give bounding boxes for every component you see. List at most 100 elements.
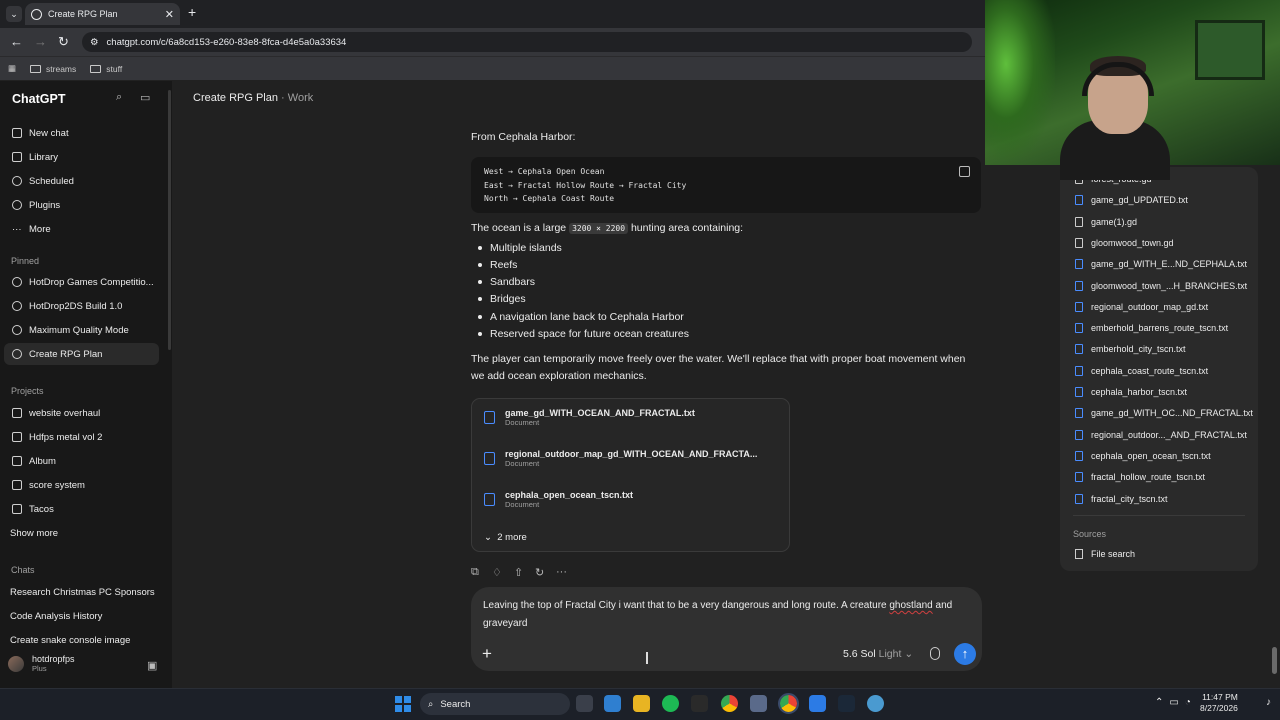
- toggle-sidebar-icon[interactable]: ▭: [140, 91, 150, 104]
- vscode-icon[interactable]: [809, 695, 826, 712]
- forward-icon[interactable]: →: [34, 34, 47, 49]
- divider: [1073, 515, 1245, 516]
- copy-icon[interactable]: [959, 166, 970, 177]
- list-item: Multiple islands: [478, 242, 562, 254]
- notification-bell-icon[interactable]: ♪: [1266, 697, 1271, 708]
- reload-icon[interactable]: ↻: [58, 34, 69, 50]
- pinned-item[interactable]: Create RPG Plan: [12, 345, 162, 363]
- project-file-item[interactable]: gloomwood_town.gd: [1075, 237, 1174, 248]
- sidebar-scrollbar[interactable]: [168, 90, 171, 350]
- page-title[interactable]: Create RPG Plan · Work: [193, 92, 313, 104]
- project-file-item[interactable]: cephala_harbor_tscn.txt: [1075, 387, 1187, 397]
- file-explorer-icon[interactable]: [633, 695, 650, 712]
- apps-grid-icon[interactable]: ▦: [8, 63, 16, 74]
- project-item[interactable]: website overhaul: [12, 404, 162, 422]
- file-icon: [1075, 237, 1083, 248]
- file-search-source[interactable]: File search: [1075, 549, 1135, 559]
- system-tray[interactable]: ⌃▭◔: [1155, 697, 1197, 708]
- taskbar-clock[interactable]: 11:47 PM 8/27/2026: [1200, 692, 1238, 714]
- sidebar-item-scheduled[interactable]: Scheduled: [12, 172, 162, 190]
- project-item[interactable]: Album: [12, 452, 162, 470]
- page-scrollbar[interactable]: [1272, 647, 1277, 674]
- copy-message-icon[interactable]: ⧉: [471, 566, 479, 579]
- settings-gear-icon[interactable]: [750, 695, 767, 712]
- new-tab-icon[interactable]: +: [188, 4, 196, 20]
- tab-search-icon[interactable]: ⌄: [6, 6, 22, 22]
- share-icon[interactable]: ⇧: [514, 566, 523, 579]
- project-file-item[interactable]: fractal_city_tscn.txt: [1075, 493, 1168, 504]
- project-file-item[interactable]: game_gd_WITH_E...ND_CEPHALA.txt: [1075, 259, 1247, 270]
- user-profile[interactable]: hotdropfps Plus: [8, 654, 75, 673]
- project-item[interactable]: Tacos: [12, 500, 162, 518]
- chrome-active-icon[interactable]: [778, 693, 799, 714]
- hudfx-icon[interactable]: [691, 695, 708, 712]
- spotify-icon[interactable]: [662, 695, 679, 712]
- file-attachment[interactable]: game_gd_WITH_OCEAN_AND_FRACTAL.txt Docume…: [484, 408, 695, 427]
- taskbar-search[interactable]: ⌕ Search: [420, 693, 570, 715]
- sidebar-item-new-chat[interactable]: New chat: [12, 124, 162, 142]
- project-file-item[interactable]: game_gd_UPDATED.txt: [1075, 195, 1188, 206]
- chat-item[interactable]: Create snake console image: [10, 631, 160, 649]
- task-view-icon[interactable]: [576, 695, 593, 712]
- chat-circle-icon: [12, 325, 22, 335]
- chat-item[interactable]: Code Analysis History: [10, 607, 160, 625]
- pinned-item[interactable]: HotDrop2DS Build 1.0: [12, 297, 162, 315]
- inline-code: 3200 × 2200: [569, 223, 629, 234]
- pinned-item[interactable]: Maximum Quality Mode: [12, 321, 162, 339]
- code-line: North → Cephala Coast Route: [484, 194, 615, 203]
- project-file-item[interactable]: emberhold_city_tscn.txt: [1075, 344, 1186, 355]
- bookmark-streams[interactable]: streams: [30, 64, 76, 74]
- more-options-icon[interactable]: ···: [556, 566, 567, 578]
- steam-icon[interactable]: [838, 695, 855, 712]
- chevron-down-icon: ⌄: [904, 648, 914, 660]
- back-icon[interactable]: ←: [10, 34, 23, 49]
- sidebar-item-more[interactable]: ··· More: [12, 220, 162, 238]
- search-icon[interactable]: ⌕: [116, 91, 122, 104]
- clock-icon: [12, 176, 22, 186]
- plugin-icon: [12, 200, 22, 210]
- project-file-name: game_gd_UPDATED.txt: [1091, 195, 1188, 206]
- show-more-files-button[interactable]: ⌄ 2 more: [484, 532, 527, 543]
- project-file-item[interactable]: regional_outdoor..._AND_FRACTAL.txt: [1075, 429, 1247, 440]
- sidebar-item-plugins[interactable]: Plugins: [12, 196, 162, 214]
- project-file-item[interactable]: fractal_hollow_route_tscn.txt: [1075, 472, 1205, 483]
- project-item[interactable]: score system: [12, 476, 162, 494]
- chat-item[interactable]: Research Christmas PC Sponsors: [10, 583, 170, 601]
- project-file-name: game(1).gd: [1091, 216, 1138, 227]
- app-icon[interactable]: [867, 695, 884, 712]
- regenerate-icon[interactable]: ↻: [535, 566, 544, 579]
- model-selector[interactable]: 5.6 Sol Light ⌄: [843, 648, 913, 660]
- project-file-item[interactable]: game(1).gd: [1075, 216, 1138, 227]
- project-file-item[interactable]: cephala_open_ocean_tscn.txt: [1075, 450, 1211, 461]
- bookmarks-bar: ▦ streams stuff: [0, 56, 985, 80]
- chrome-icon[interactable]: [721, 695, 738, 712]
- prompt-input[interactable]: Leaving the top of Fractal City i want t…: [483, 597, 973, 633]
- project-file-item[interactable]: regional_outdoor_map_gd.txt: [1075, 301, 1208, 312]
- project-file-item[interactable]: gloomwood_town_...H_BRANCHES.txt: [1075, 280, 1247, 291]
- gift-icon[interactable]: ▣: [147, 659, 157, 672]
- list-item: Bridges: [478, 293, 526, 305]
- send-button[interactable]: ↑: [954, 643, 976, 665]
- notepad-icon[interactable]: [604, 695, 621, 712]
- add-attachment-icon[interactable]: +: [482, 644, 492, 664]
- url-bar[interactable]: ⚙ chatgpt.com/c/6a8cd153-e260-83e8-8fca-…: [82, 32, 972, 52]
- feedback-icon[interactable]: ♢: [492, 566, 502, 579]
- project-item[interactable]: Hdfps metal vol 2: [12, 428, 162, 446]
- windows-start-icon[interactable]: [395, 696, 411, 712]
- bookmark-stuff[interactable]: stuff: [90, 64, 122, 74]
- project-file-item[interactable]: cephala_coast_route_tscn.txt: [1075, 365, 1208, 376]
- pinned-item[interactable]: HotDrop Games Competitio...: [12, 273, 162, 291]
- sidebar-item-library[interactable]: Library: [12, 148, 162, 166]
- project-file-item[interactable]: game_gd_WITH_OC...ND_FRACTAL.txt: [1075, 408, 1253, 419]
- chatgpt-logo[interactable]: ChatGPT: [12, 92, 65, 106]
- microphone-icon[interactable]: [930, 647, 940, 660]
- file-attachment[interactable]: regional_outdoor_map_gd_WITH_OCEAN_AND_F…: [484, 449, 757, 468]
- site-info-icon[interactable]: ⚙: [90, 37, 99, 48]
- file-icon: [1075, 216, 1083, 227]
- project-file-item[interactable]: emberhold_barrens_route_tscn.txt: [1075, 323, 1228, 334]
- show-more-button[interactable]: Show more: [10, 524, 160, 542]
- browser-tab[interactable]: Create RPG Plan ✕: [25, 3, 180, 25]
- close-tab-icon[interactable]: ✕: [165, 8, 174, 21]
- file-attachment[interactable]: cephala_open_ocean_tscn.txt Document: [484, 490, 633, 509]
- document-icon: [1075, 195, 1083, 206]
